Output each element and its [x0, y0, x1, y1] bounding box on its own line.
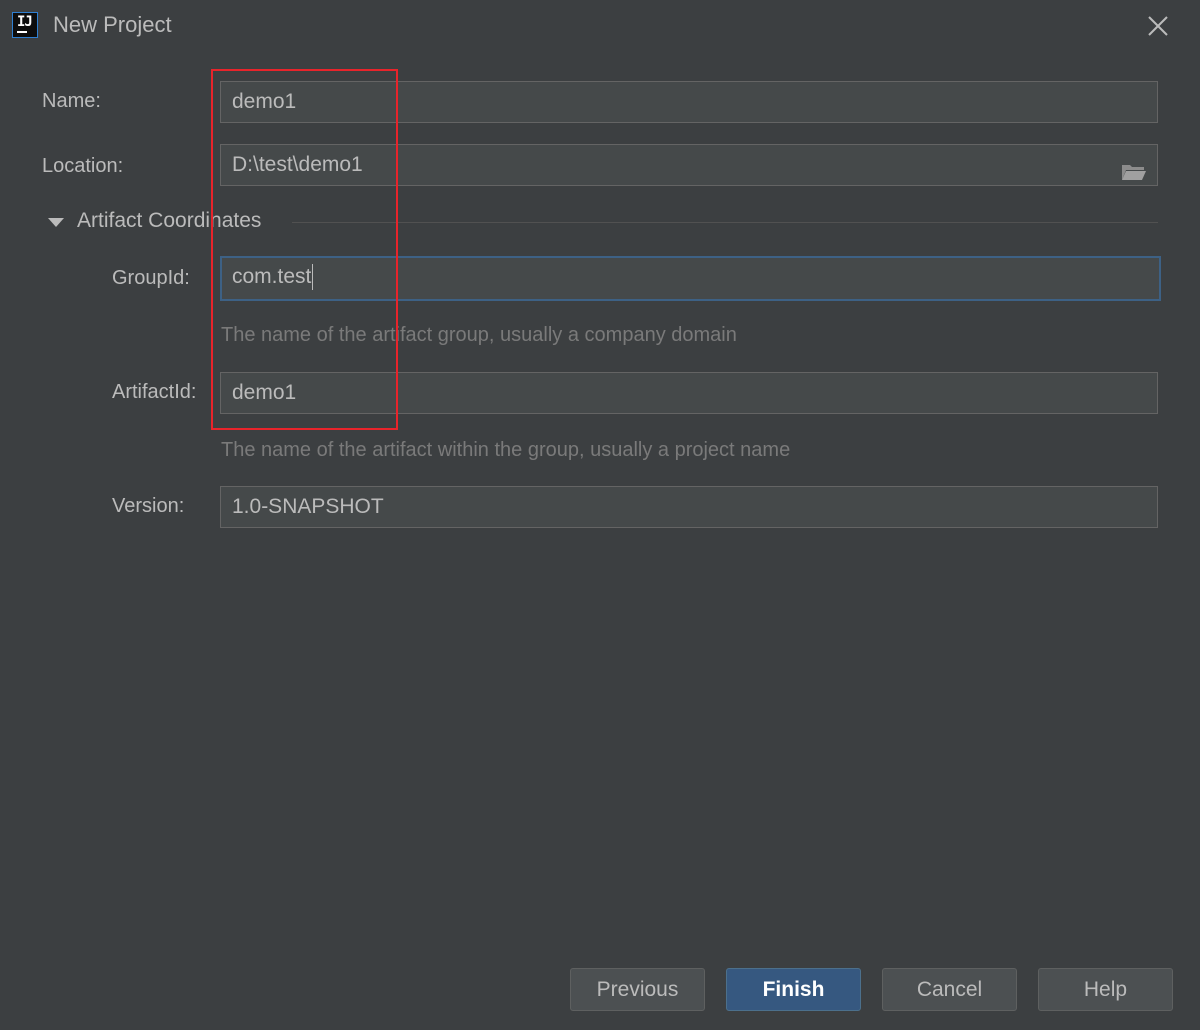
- version-field[interactable]: 1.0-SNAPSHOT: [220, 486, 1158, 528]
- location-field[interactable]: D:\test\demo1: [220, 144, 1158, 186]
- folder-icon[interactable]: [1121, 156, 1147, 180]
- name-field[interactable]: demo1: [220, 81, 1158, 123]
- location-field-value: D:\test\demo1: [232, 153, 363, 176]
- name-label: Name:: [42, 90, 101, 112]
- location-label: Location:: [42, 155, 124, 177]
- groupid-field[interactable]: com.test: [220, 256, 1161, 301]
- groupid-hint: The name of the artifact group, usually …: [221, 324, 737, 346]
- artifactid-field[interactable]: demo1: [220, 372, 1158, 414]
- title-bar: IJ New Project: [0, 0, 1200, 52]
- help-button[interactable]: Help: [1038, 968, 1173, 1011]
- finish-button[interactable]: Finish: [726, 968, 861, 1011]
- name-field-value: demo1: [232, 90, 297, 113]
- groupid-field-value: com.test: [232, 265, 312, 288]
- window-title: New Project: [53, 12, 172, 37]
- artifactid-label: ArtifactId:: [112, 381, 197, 403]
- artifactid-field-value: demo1: [232, 381, 297, 404]
- previous-button[interactable]: Previous: [570, 968, 705, 1011]
- section-divider: [292, 222, 1158, 223]
- section-title: Artifact Coordinates: [77, 209, 262, 232]
- intellij-icon: IJ: [12, 12, 38, 38]
- expand-triangle-icon: [48, 218, 64, 227]
- version-field-value: 1.0-SNAPSHOT: [232, 495, 384, 518]
- text-caret: [312, 264, 314, 291]
- groupid-label: GroupId:: [112, 267, 190, 289]
- artifactid-hint: The name of the artifact within the grou…: [221, 439, 791, 461]
- cancel-button[interactable]: Cancel: [882, 968, 1017, 1011]
- close-icon[interactable]: [1142, 10, 1174, 42]
- version-label: Version:: [112, 495, 185, 517]
